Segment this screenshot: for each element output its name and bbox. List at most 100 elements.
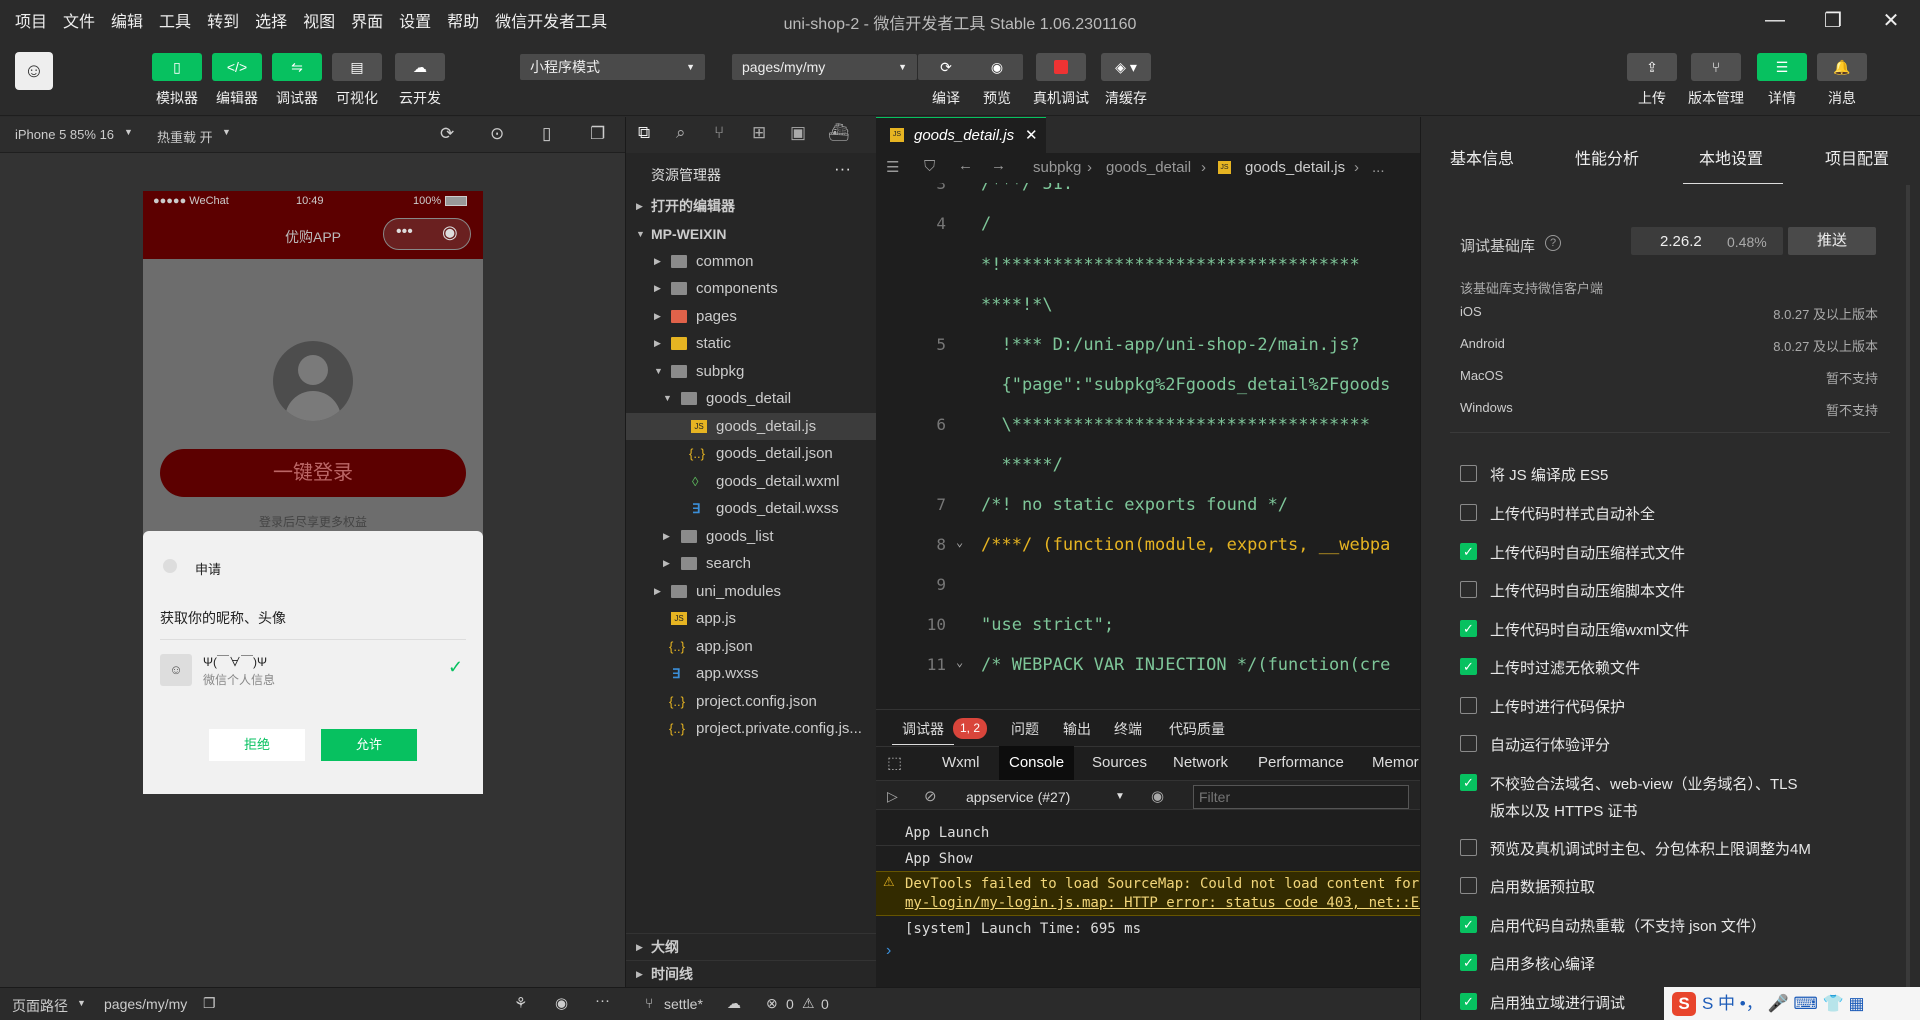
log-link[interactable]: my-login/my-login.js.map: HTTP error: st… [905, 895, 1420, 911]
avatar[interactable]: ☺ [15, 52, 53, 90]
checkbox-checked[interactable]: ✓ [1460, 954, 1477, 971]
menu-interface[interactable]: 界面 [343, 8, 391, 32]
tree-item-app-wxss[interactable]: ∃ app.wxss [626, 660, 877, 687]
option-row[interactable]: ✓ 启用多核心编译 [1460, 953, 1595, 974]
tab-code-quality[interactable]: 代码质量 [1159, 713, 1235, 745]
tree-item-project-private-config[interactable]: {..} project.private.config.js... [626, 715, 877, 742]
checkbox-checked[interactable]: ✓ [1460, 658, 1477, 675]
messages-button[interactable]: 🔔 消息 [1812, 53, 1872, 108]
extensions-icon[interactable]: ⊞ [752, 123, 766, 143]
list-icon[interactable]: ☰ [886, 158, 899, 176]
lib-version-select[interactable]: 2.26.2 0.48% [1631, 227, 1783, 255]
checkbox-unchecked[interactable] [1460, 504, 1477, 521]
code-area[interactable]: 3 /***/ 51: 4 / *!************************… [876, 183, 1420, 709]
push-button[interactable]: 推送 [1788, 227, 1876, 255]
fold-icon[interactable]: ⌄ [956, 535, 963, 549]
scrollbar[interactable] [1906, 185, 1910, 1020]
error-icon[interactable]: ⊗ [766, 995, 778, 1012]
option-row[interactable]: ✓ 不校验合法域名、web-view（业务域名）、TLS 版本以及 HTTPS 证书 [1460, 773, 1798, 821]
tab-project-config[interactable]: 项目配置 [1825, 145, 1889, 169]
minimize-icon[interactable]: — [1746, 0, 1804, 40]
tree-item-goods-detail-wxss[interactable]: ∃ goods_detail.wxss [626, 495, 877, 522]
breadcrumb-item[interactable]: subpkg [1033, 159, 1081, 176]
option-row[interactable]: ✓ 上传代码时自动压缩wxml文件 [1460, 619, 1689, 640]
upload-button[interactable]: ⇪ 上传 [1622, 53, 1682, 108]
device-select[interactable]: iPhone 5 85% 16 [15, 127, 114, 142]
open-editors-section[interactable]: ▶ 打开的编辑器 [626, 193, 877, 220]
hot-reload-select[interactable]: 热重载 开 [157, 127, 213, 146]
outline-section[interactable]: ▶ 大纲 [626, 933, 877, 960]
forward-icon[interactable]: → [991, 157, 1006, 174]
editor-tab[interactable]: JS goods_detail.js ✕ [876, 117, 1046, 153]
console-filter-input[interactable] [1193, 785, 1409, 809]
option-row[interactable]: 上传代码时自动压缩脚本文件 [1460, 580, 1685, 601]
devtab-wxml[interactable]: Wxml [932, 746, 990, 780]
option-row[interactable]: ✓ 启用独立域进行调试 [1460, 992, 1625, 1013]
fold-icon[interactable]: ⌄ [956, 655, 963, 669]
sidebar-toggle-icon[interactable]: ▷ [887, 788, 898, 805]
editor-button[interactable]: </> 编辑器 [207, 53, 267, 108]
breadcrumb-item[interactable]: goods_detail.js [1245, 159, 1345, 176]
page-path-label[interactable]: 页面路径 [12, 996, 68, 1016]
tab-basic-info[interactable]: 基本信息 [1450, 145, 1514, 169]
stop-icon[interactable]: ⊙ [490, 124, 504, 144]
clear-cache-button[interactable]: ◈ ▾ 清缓存 [1096, 53, 1156, 108]
menu-settings[interactable]: 设置 [391, 8, 439, 32]
simulator-button[interactable]: ▯ 模拟器 [147, 53, 207, 108]
maximize-icon[interactable]: ❐ [1804, 0, 1862, 40]
popout-icon[interactable]: ❐ [590, 124, 605, 144]
tree-item-goods-list[interactable]: ▶ goods_list [626, 523, 877, 550]
checkbox-checked[interactable]: ✓ [1460, 543, 1477, 560]
devtab-console[interactable]: Console [999, 746, 1075, 780]
checkbox-unchecked[interactable] [1460, 839, 1477, 856]
warning-icon[interactable]: ⚠ [802, 995, 815, 1012]
menu-help[interactable]: 帮助 [439, 8, 487, 32]
close-icon[interactable]: ✕ [1862, 0, 1920, 40]
tree-item-static[interactable]: ▶ static [626, 330, 877, 357]
option-row[interactable]: 上传时进行代码保护 [1460, 696, 1625, 717]
device-icon[interactable]: ▯ [542, 124, 551, 144]
menu-wechat-devtools[interactable]: 微信开发者工具 [487, 8, 615, 32]
tree-item-app-js[interactable]: JS app.js [626, 605, 877, 632]
checkbox-unchecked[interactable] [1460, 581, 1477, 598]
timeline-section[interactable]: ▶ 时间线 [626, 960, 877, 987]
checkbox-unchecked[interactable] [1460, 877, 1477, 894]
back-icon[interactable]: ← [958, 157, 973, 174]
breadcrumb-item[interactable]: ... [1372, 159, 1385, 176]
checkbox-checked[interactable]: ✓ [1460, 774, 1477, 791]
page-select[interactable]: pages/my/my ▼ [732, 54, 917, 80]
breadcrumb-item[interactable]: goods_detail [1106, 159, 1191, 176]
rotate-icon[interactable]: ⟳ [440, 124, 454, 144]
clear-icon[interactable]: ⊘ [924, 787, 937, 805]
debugger-button[interactable]: ⇋ 调试器 [267, 53, 327, 108]
more-icon[interactable]: ··· [834, 159, 851, 179]
docker-icon[interactable]: ⛴ [828, 123, 850, 143]
menu-project[interactable]: 项目 [0, 8, 55, 32]
menu-view[interactable]: 视图 [295, 8, 343, 32]
tree-item-components[interactable]: ▶ components [626, 275, 877, 302]
checkbox-unchecked[interactable] [1460, 465, 1477, 482]
tab-perf[interactable]: 性能分析 [1575, 145, 1639, 169]
visual-button[interactable]: ▤ 可视化 [327, 53, 387, 108]
tree-item-subpkg[interactable]: ▼ subpkg [626, 358, 877, 385]
version-button[interactable]: ⑂ 版本管理 [1686, 53, 1746, 108]
capsule-menu[interactable]: ••• ◉ [383, 218, 471, 250]
search-icon[interactable]: ⌕ [676, 123, 686, 143]
menu-select[interactable]: 选择 [247, 8, 295, 32]
checkbox-unchecked[interactable] [1460, 735, 1477, 752]
menu-tools[interactable]: 工具 [151, 8, 199, 32]
option-row[interactable]: 自动运行体验评分 [1460, 734, 1610, 755]
remote-debug-button[interactable]: 真机调试 [1031, 53, 1091, 108]
more-icon[interactable]: ••• [396, 223, 413, 241]
cloud-button[interactable]: ☁ 云开发 [390, 53, 450, 108]
details-button[interactable]: ☰ 详情 [1752, 53, 1812, 108]
git-icon[interactable]: ⑂ [714, 123, 724, 143]
option-row[interactable]: 启用数据预拉取 [1460, 876, 1595, 897]
tab-output[interactable]: 输出 [1053, 713, 1101, 745]
option-row[interactable]: ✓ 启用代码自动热重载（不支持 json 文件） [1460, 915, 1766, 936]
devtab-performance[interactable]: Performance [1248, 746, 1354, 780]
tree-item-goods-detail-json[interactable]: {..} goods_detail.json [626, 440, 877, 467]
close-icon[interactable]: ✕ [1025, 126, 1038, 144]
checkbox-checked[interactable]: ✓ [1460, 916, 1477, 933]
tree-item-goods-detail[interactable]: ▼ goods_detail [626, 385, 877, 412]
